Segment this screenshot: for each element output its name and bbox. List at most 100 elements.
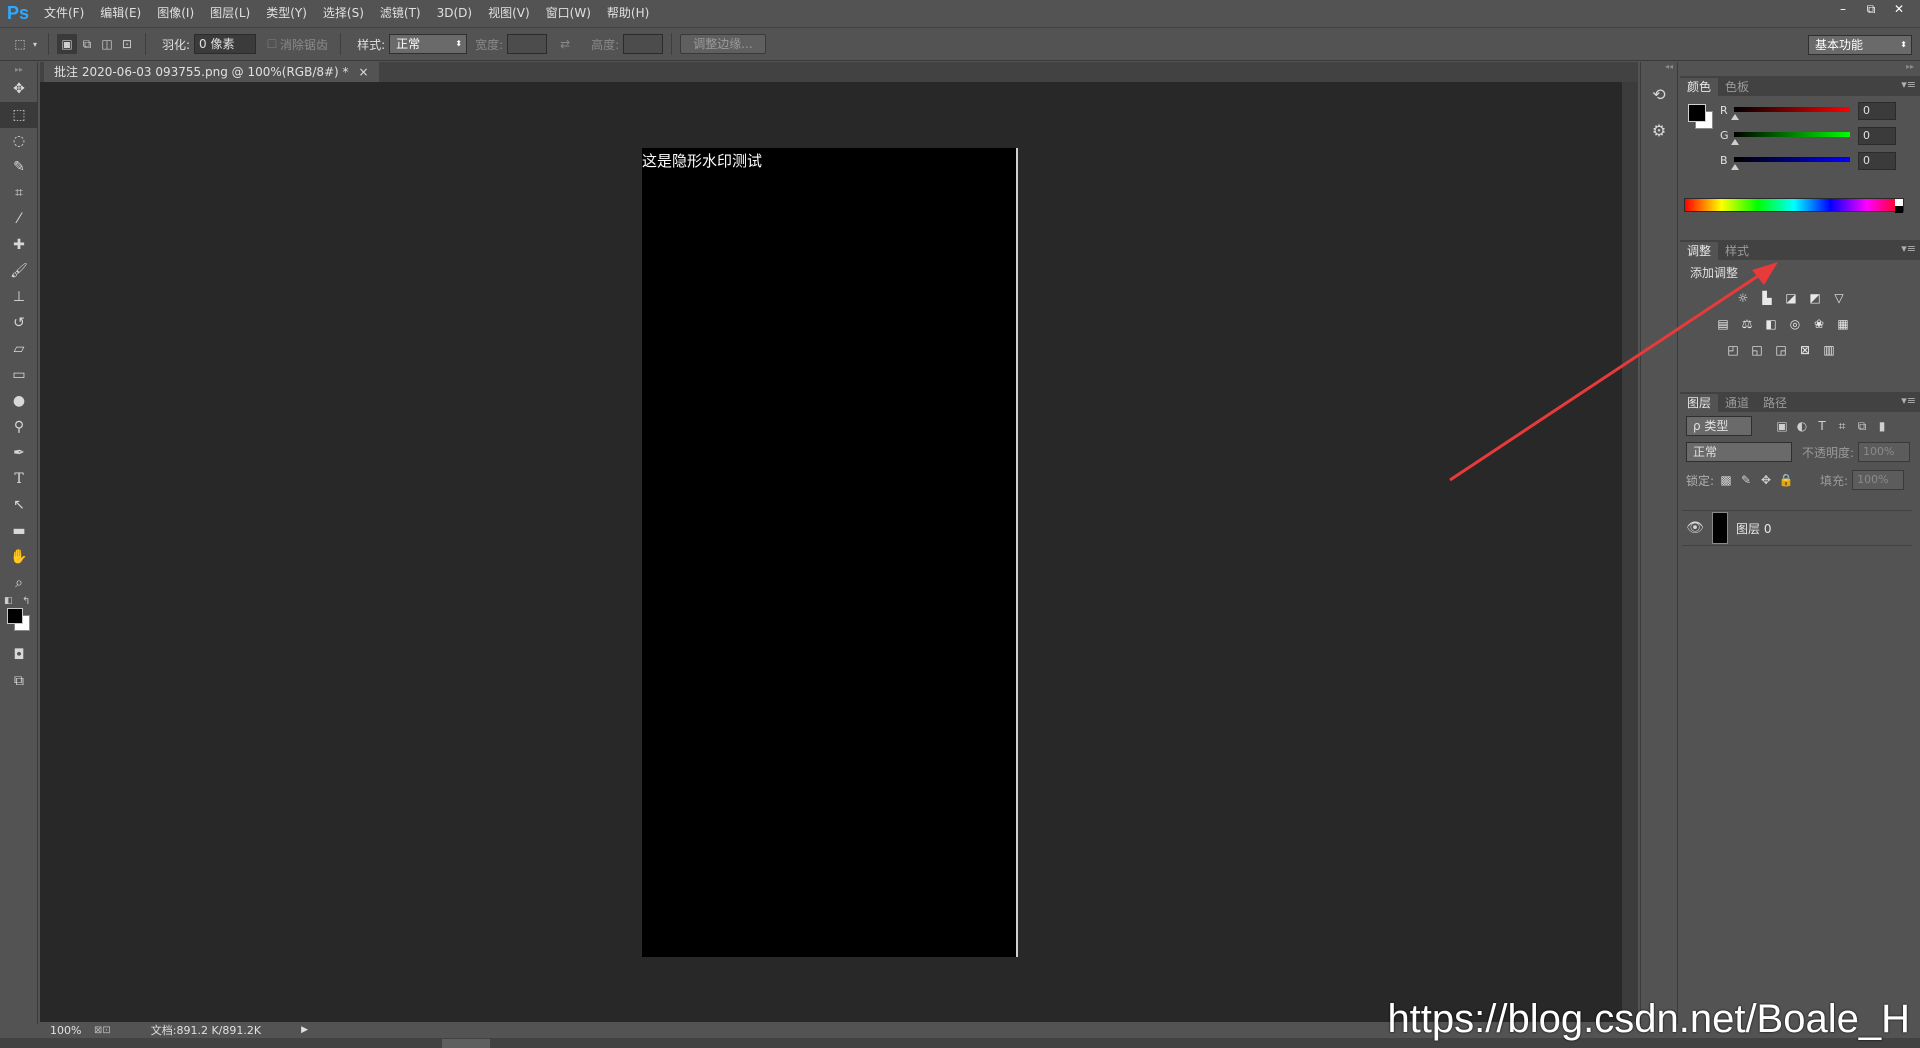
- lock-position-icon[interactable]: ✥: [1758, 472, 1774, 488]
- blur-tool-icon[interactable]: ●: [0, 388, 38, 414]
- tab-paths[interactable]: 路径: [1756, 394, 1794, 412]
- panel-menu-icon[interactable]: ▾≡: [1901, 78, 1916, 91]
- feather-input[interactable]: 0 像素: [194, 34, 257, 54]
- type-tool-icon[interactable]: T: [0, 466, 38, 492]
- blue-slider[interactable]: [1734, 157, 1850, 162]
- filter-adjustment-icon[interactable]: ◐: [1794, 418, 1810, 434]
- document-canvas[interactable]: 这是隐形水印测试: [642, 148, 1018, 957]
- hand-tool-icon[interactable]: ✋: [0, 544, 38, 570]
- history-brush-tool-icon[interactable]: ↺: [0, 310, 38, 336]
- brush-tool-icon[interactable]: 🖌: [0, 258, 38, 284]
- gradient-map-icon[interactable]: ▥: [1820, 342, 1838, 358]
- menu-layer[interactable]: 图层(L): [202, 0, 258, 27]
- filter-smart-object-icon[interactable]: ⧉: [1854, 418, 1870, 434]
- photo-filter-icon[interactable]: ◎: [1786, 316, 1804, 332]
- blue-value-input[interactable]: 0: [1858, 152, 1896, 170]
- panel-grip-icon[interactable]: ◂◂: [1641, 62, 1677, 76]
- history-panel-icon[interactable]: ⟲: [1641, 76, 1677, 112]
- menu-file[interactable]: 文件(F): [36, 0, 92, 27]
- layer-row[interactable]: 👁 图层 0: [1682, 510, 1912, 546]
- curves-icon[interactable]: ◪: [1782, 290, 1800, 306]
- green-value-input[interactable]: 0: [1858, 127, 1896, 145]
- dodge-tool-icon[interactable]: ⚲: [0, 414, 38, 440]
- invert-icon[interactable]: ◰: [1724, 342, 1742, 358]
- zoom-tool-icon[interactable]: ⌕: [0, 570, 38, 596]
- new-selection-icon[interactable]: ▣: [57, 34, 77, 54]
- black-white-swatch[interactable]: [1895, 199, 1903, 213]
- pen-tool-icon[interactable]: ✒: [0, 440, 38, 466]
- add-to-selection-icon[interactable]: ⧉: [77, 34, 97, 54]
- gradient-tool-icon[interactable]: ▭: [0, 362, 38, 388]
- eraser-tool-icon[interactable]: ▱: [0, 336, 38, 362]
- move-tool-icon[interactable]: ✥: [0, 76, 38, 102]
- color-lookup-icon[interactable]: ▦: [1834, 316, 1852, 332]
- black-white-icon[interactable]: ◧: [1762, 316, 1780, 332]
- tab-layers[interactable]: 图层: [1680, 394, 1719, 412]
- menu-image[interactable]: 图像(I): [149, 0, 202, 27]
- quick-select-tool-icon[interactable]: ✎: [0, 154, 38, 180]
- subtract-selection-icon[interactable]: ◫: [97, 34, 117, 54]
- width-input[interactable]: [507, 34, 548, 54]
- layer-name[interactable]: 图层 0: [1736, 520, 1771, 537]
- swap-icon[interactable]: ⇄: [555, 34, 575, 54]
- fill-input[interactable]: 100%: [1852, 470, 1905, 490]
- lasso-tool-icon[interactable]: ◌: [0, 128, 38, 154]
- foreground-color-swatch[interactable]: [7, 608, 23, 624]
- red-slider-knob[interactable]: [1731, 114, 1739, 120]
- panel-menu-icon[interactable]: ▾≡: [1901, 394, 1916, 407]
- height-input[interactable]: [623, 34, 664, 54]
- healing-brush-tool-icon[interactable]: ✚: [0, 232, 38, 258]
- screen-mode-icon[interactable]: ⧉: [0, 668, 38, 694]
- tab-color[interactable]: 颜色: [1680, 78, 1719, 96]
- tab-channels[interactable]: 通道: [1718, 394, 1756, 412]
- opacity-input[interactable]: 100%: [1858, 442, 1911, 462]
- tab-swatches[interactable]: 色板: [1718, 78, 1756, 96]
- panel-grip-icon[interactable]: ▸▸: [1680, 62, 1920, 76]
- swap-colors-icon[interactable]: ↰: [22, 596, 30, 607]
- intersect-selection-icon[interactable]: ⊡: [117, 34, 137, 54]
- red-slider[interactable]: [1734, 107, 1850, 112]
- antialias-checkbox[interactable]: ☐: [266, 34, 278, 54]
- vertical-scrollbar[interactable]: [1622, 82, 1638, 1022]
- marquee-preset-icon[interactable]: ⬚: [10, 34, 30, 54]
- eyedropper-tool-icon[interactable]: ⁄: [0, 206, 38, 232]
- lock-all-icon[interactable]: 🔒: [1778, 472, 1794, 488]
- menu-help[interactable]: 帮助(H): [599, 0, 657, 27]
- menu-type[interactable]: 类型(Y): [258, 0, 315, 27]
- filter-shape-icon[interactable]: ⌗: [1834, 418, 1850, 434]
- color-balance-icon[interactable]: ⚖: [1738, 316, 1756, 332]
- dropdown-arrow-icon[interactable]: ▾: [30, 34, 40, 54]
- channel-mixer-icon[interactable]: ❀: [1810, 316, 1828, 332]
- filter-toggle-icon[interactable]: ▮: [1874, 418, 1890, 434]
- selective-color-icon[interactable]: ⊠: [1796, 342, 1814, 358]
- tab-adjustments[interactable]: 调整: [1680, 242, 1719, 260]
- quick-mask-icon[interactable]: ◘: [0, 642, 38, 668]
- menu-select[interactable]: 选择(S): [315, 0, 372, 27]
- properties-panel-icon[interactable]: ⚙: [1641, 112, 1677, 148]
- vibrance-icon[interactable]: ▽: [1830, 290, 1848, 306]
- path-select-tool-icon[interactable]: ↖: [0, 492, 38, 518]
- style-select[interactable]: 正常 ⬍: [389, 34, 468, 54]
- red-value-input[interactable]: 0: [1858, 102, 1896, 120]
- lock-image-icon[interactable]: ✎: [1738, 472, 1754, 488]
- green-slider-knob[interactable]: [1731, 139, 1739, 145]
- visibility-eye-icon[interactable]: 👁: [1682, 520, 1708, 536]
- filter-type-icon[interactable]: T: [1814, 418, 1830, 434]
- crop-tool-icon[interactable]: ⌗: [0, 180, 38, 206]
- blue-slider-knob[interactable]: [1731, 164, 1739, 170]
- zoom-level[interactable]: 100%: [50, 1024, 86, 1037]
- default-colors-icon[interactable]: ◧: [4, 596, 13, 606]
- close-tab-icon[interactable]: ×: [359, 62, 369, 82]
- lock-transparent-icon[interactable]: ▩: [1718, 472, 1734, 488]
- layer-filter-kind-select[interactable]: ρ 类型: [1686, 416, 1752, 436]
- exposure-icon[interactable]: ◩: [1806, 290, 1824, 306]
- close-button[interactable]: ✕: [1886, 0, 1912, 18]
- filter-pixel-icon[interactable]: ▣: [1774, 418, 1790, 434]
- panel-grip-icon[interactable]: ▸▸: [0, 62, 38, 76]
- menu-filter[interactable]: 滤镜(T): [372, 0, 429, 27]
- marquee-tool-icon[interactable]: ⬚: [0, 102, 38, 128]
- hue-saturation-icon[interactable]: ▤: [1714, 316, 1732, 332]
- restore-button[interactable]: ⧉: [1858, 0, 1884, 18]
- workspace-select[interactable]: 基本功能 ⬍: [1808, 35, 1912, 55]
- panel-menu-icon[interactable]: ▾≡: [1901, 242, 1916, 255]
